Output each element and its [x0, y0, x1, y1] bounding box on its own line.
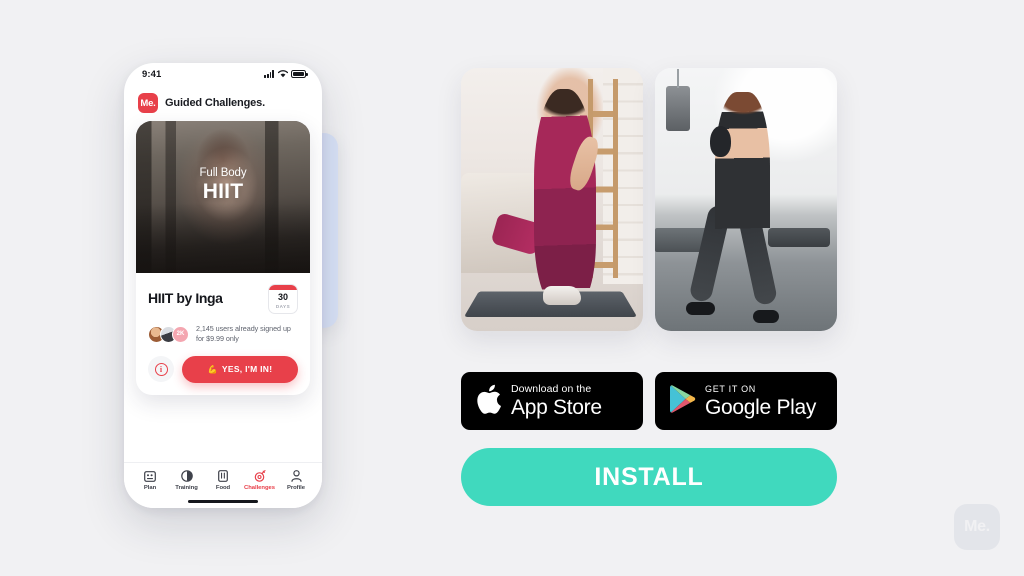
photo-b-figure: [715, 91, 770, 276]
photo-home-lunge: [461, 68, 643, 331]
app-header-title: Guided Challenges.: [165, 97, 265, 109]
tab-food[interactable]: Food: [206, 470, 240, 491]
signup-row: 2K 2,145 users already signed up for $9.…: [148, 324, 298, 345]
tab-food-label: Food: [215, 485, 231, 491]
days-badge: 30 DAYS: [268, 284, 298, 314]
photo-gym-kettlebell: [655, 68, 837, 331]
info-icon: i: [154, 362, 168, 376]
bottom-tab-bar: Plan Training Food Challenges Profile: [124, 461, 322, 495]
app-content: Full Body HIIT HIIT by Inga 30 DAYS 2K 2…: [124, 121, 322, 462]
apple-icon: [475, 383, 502, 420]
flexed-biceps-icon: 💪: [207, 364, 218, 374]
photo-b-weights: [767, 228, 830, 247]
google-play-small-text: GET IT ON: [705, 383, 756, 394]
photo-b-pendant-lamp: [665, 68, 690, 132]
brand-watermark: Me.: [954, 504, 1000, 550]
signup-text: 2,145 users already signed up for $9.99 …: [196, 324, 291, 344]
challenge-actions: i 💪 YES, I'M IN!: [148, 355, 298, 383]
wifi-icon: [277, 70, 288, 78]
google-play-big-text: Google Play: [705, 395, 817, 419]
app-store-text: Download on the App Store: [511, 384, 602, 419]
signal-bars-icon: [264, 70, 274, 78]
status-time: 9:41: [142, 69, 162, 80]
hero-title: HIIT: [202, 180, 244, 203]
home-indicator: [124, 495, 322, 508]
challenge-card-info: HIIT by Inga 30 DAYS 2K 2,145 users alre…: [136, 273, 310, 395]
avatar-count: 2K: [172, 325, 189, 343]
phone-screen: 9:41 Me. Guided Challenges. Full Body HI…: [124, 63, 322, 508]
google-play-icon: [669, 384, 696, 419]
tab-challenges[interactable]: Challenges: [243, 470, 277, 491]
google-play-badge[interactable]: GET IT ON Google Play: [655, 372, 837, 430]
tab-challenges-label: Challenges: [244, 485, 275, 491]
food-icon: [218, 470, 228, 483]
challenge-card[interactable]: Full Body HIIT HIIT by Inga 30 DAYS 2K 2…: [136, 121, 310, 395]
hero-text: Full Body HIIT: [136, 167, 310, 204]
google-play-text: GET IT ON Google Play: [705, 383, 817, 419]
phone-mockup: 9:41 Me. Guided Challenges. Full Body HI…: [118, 55, 338, 515]
days-badge-label: DAYS: [275, 304, 291, 309]
challenges-icon: [253, 470, 266, 483]
tab-plan-label: Plan: [143, 485, 157, 491]
app-store-big-text: App Store: [511, 396, 602, 420]
app-store-small-text: Download on the: [511, 382, 592, 395]
days-badge-number: 30: [277, 292, 288, 302]
photo-gallery: [461, 68, 837, 331]
avatar-group: 2K: [148, 325, 189, 343]
plan-icon: [144, 470, 156, 483]
tab-plan[interactable]: Plan: [133, 470, 167, 491]
photo-b-left-shoe: [685, 302, 716, 316]
app-header: Me. Guided Challenges.: [124, 87, 322, 121]
status-bar: 9:41: [124, 63, 322, 87]
photo-a-shoe: [542, 286, 582, 305]
hero-subtitle: Full Body: [199, 167, 247, 179]
challenge-title-row: HIIT by Inga 30 DAYS: [148, 284, 298, 314]
challenge-hero: Full Body HIIT: [136, 121, 310, 273]
tab-profile[interactable]: Profile: [279, 470, 313, 491]
battery-icon: [291, 70, 308, 78]
install-button[interactable]: INSTALL: [461, 448, 837, 506]
info-button[interactable]: i: [148, 356, 174, 383]
photo-a-figure: [533, 89, 596, 305]
store-badges: Download on the App Store GET IT ON Goog…: [461, 372, 837, 430]
app-logo: Me.: [138, 93, 158, 113]
challenge-title: HIIT by Inga: [148, 290, 223, 306]
training-icon: [180, 470, 193, 483]
photo-b-kettlebell: [709, 125, 732, 158]
profile-icon: [290, 470, 302, 483]
tab-training-label: Training: [175, 485, 198, 491]
photo-b-right-shoe: [753, 309, 779, 324]
tab-training[interactable]: Training: [170, 470, 204, 491]
app-store-badge[interactable]: Download on the App Store: [461, 372, 643, 430]
join-challenge-button[interactable]: 💪 YES, I'M IN!: [182, 355, 298, 383]
join-challenge-label: YES, I'M IN!: [221, 364, 273, 375]
tab-profile-label: Profile: [287, 485, 305, 491]
status-icons: [264, 69, 308, 78]
